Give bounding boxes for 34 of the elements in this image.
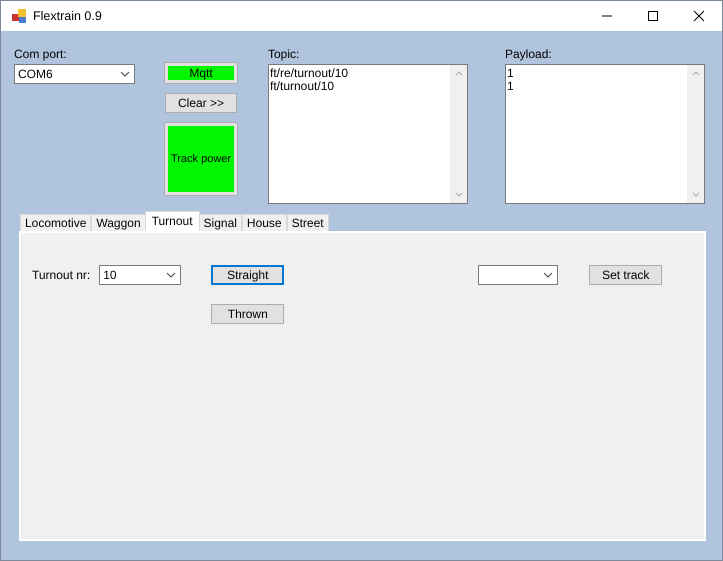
turnout-nr-label: Turnout nr: xyxy=(32,267,90,284)
tab[interactable]: Signal xyxy=(198,214,242,231)
scrollbar[interactable] xyxy=(450,65,467,203)
straight-button[interactable]: Straight xyxy=(211,265,284,285)
scrollbar[interactable] xyxy=(687,65,704,203)
clear-button[interactable]: Clear >> xyxy=(165,93,237,113)
turnout-nr-dropdown[interactable]: 10 xyxy=(99,265,182,285)
com-port-label: Com port: xyxy=(14,47,68,61)
topic-label: Topic: xyxy=(268,47,300,61)
chevron-down-icon xyxy=(543,272,554,278)
app-icon xyxy=(11,8,27,24)
set-track-button[interactable]: Set track xyxy=(589,265,662,285)
payload-label: Payload: xyxy=(505,47,553,61)
track-power-button[interactable]: Track power xyxy=(165,123,237,195)
window-title: Flextrain 0.9 xyxy=(33,9,102,23)
payload-text-area[interactable]: 1 1 xyxy=(505,64,705,204)
tab[interactable]: Turnout xyxy=(144,211,200,231)
tab[interactable]: Street xyxy=(286,214,329,231)
chevron-down-icon xyxy=(120,71,130,77)
tab[interactable]: House xyxy=(242,214,287,231)
chevron-up-icon[interactable] xyxy=(692,71,700,76)
close-icon[interactable] xyxy=(693,10,705,22)
chevron-down-icon xyxy=(166,272,176,278)
tab[interactable]: Locomotive xyxy=(20,214,92,231)
topic-text-area[interactable]: ft/re/turnout/10 ft/turnout/10 xyxy=(268,64,468,204)
chevron-down-icon[interactable] xyxy=(454,192,462,197)
maximize-icon[interactable] xyxy=(647,10,659,22)
track-dropdown[interactable] xyxy=(478,265,558,285)
mqtt-button[interactable]: Mqtt xyxy=(165,63,237,83)
thrown-button[interactable]: Thrown xyxy=(211,304,284,324)
tab[interactable]: Waggon xyxy=(91,214,146,231)
chevron-up-icon[interactable] xyxy=(454,71,462,76)
chevron-down-icon[interactable] xyxy=(692,192,700,197)
com-port-dropdown[interactable]: COM6 xyxy=(14,64,135,84)
